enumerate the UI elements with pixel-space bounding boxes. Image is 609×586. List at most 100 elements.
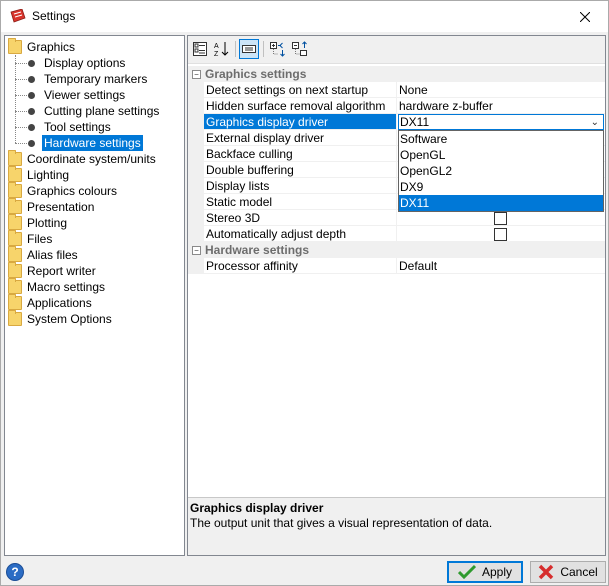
tree-item-label: Graphics colours	[27, 184, 118, 198]
tree-item-label: Temporary markers	[44, 72, 148, 86]
category-title: Hardware settings	[205, 243, 310, 257]
apply-button[interactable]: Apply	[447, 561, 523, 583]
property-name: Stereo 3D	[204, 210, 397, 226]
folder-icon	[8, 246, 22, 262]
chevron-down-icon[interactable]: ⌄	[591, 116, 599, 130]
settings-dialog: Settings Graphics Display options Temporar…	[0, 0, 609, 586]
tree-item-label: Alias files	[27, 248, 78, 262]
property-name: Backface culling	[204, 146, 397, 162]
toolbar-separator	[263, 41, 264, 57]
folder-icon	[8, 214, 22, 230]
property-grid[interactable]: − Graphics settings Detect settings on nex…	[188, 63, 605, 497]
folder-icon	[8, 310, 22, 326]
tree-connector	[15, 63, 27, 64]
driver-dropdown-list[interactable]: Software OpenGL OpenGL2 DX9 DX11	[398, 130, 604, 212]
folder-icon	[8, 150, 22, 166]
property-name: Graphics display driver	[204, 114, 397, 130]
row-margin	[188, 146, 204, 162]
collapse-toggle-icon[interactable]: −	[192, 70, 201, 79]
tree-item-label: Presentation	[27, 200, 95, 214]
settings-tree[interactable]: Graphics Display options Temporary markers…	[4, 35, 185, 556]
row-margin	[188, 162, 204, 178]
tree-item-label: System Options	[27, 312, 112, 326]
close-icon	[580, 11, 590, 22]
dropdown-option[interactable]: DX11	[399, 195, 603, 211]
bullet-icon	[28, 92, 35, 99]
collapse-toggle-icon[interactable]: −	[192, 246, 201, 255]
categorized-view-button[interactable]	[190, 39, 210, 59]
property-row[interactable]: Processor affinity Default	[188, 258, 605, 274]
checkmark-icon	[457, 564, 476, 580]
row-margin	[188, 98, 204, 114]
row-margin	[188, 258, 204, 274]
svg-text:Z: Z	[214, 51, 219, 57]
combo-value: DX11	[400, 115, 430, 129]
property-checkbox[interactable]	[494, 228, 507, 241]
tree-item-label: Applications	[27, 296, 92, 310]
dropdown-option[interactable]: DX9	[399, 179, 603, 195]
bullet-icon	[28, 76, 35, 83]
help-button[interactable]: ?	[6, 563, 24, 581]
description-panel: Graphics display driver The output unit …	[188, 497, 605, 555]
row-margin	[188, 210, 204, 226]
property-pages-button[interactable]	[239, 39, 259, 59]
folder-icon	[8, 198, 22, 214]
bullet-icon	[28, 108, 35, 115]
row-margin	[188, 114, 204, 130]
folder-icon	[8, 262, 22, 278]
property-toolbar: A Z	[188, 36, 605, 63]
property-checkbox[interactable]	[494, 212, 507, 225]
toolbar-separator	[235, 41, 236, 57]
property-row[interactable]: Stereo 3D	[188, 210, 605, 226]
collapse-all-icon	[292, 41, 307, 56]
category-title: Graphics settings	[205, 67, 307, 81]
folder-icon	[8, 182, 22, 198]
tree-item-label: Macro settings	[27, 280, 106, 294]
tree-item-label: Lighting	[27, 168, 70, 182]
row-margin	[188, 194, 204, 210]
tree-item-label: Viewer settings	[44, 88, 126, 102]
dropdown-option[interactable]: OpenGL2	[399, 163, 603, 179]
tree-connector	[15, 127, 27, 128]
dropdown-option[interactable]: Software	[399, 131, 603, 147]
folder-icon	[8, 166, 22, 182]
property-value[interactable]: hardware z-buffer	[397, 98, 605, 114]
tree-item-label: Files	[27, 232, 53, 246]
tree-connector	[15, 143, 27, 144]
dropdown-option[interactable]: OpenGL	[399, 147, 603, 163]
tree-item-label: Cutting plane settings	[44, 104, 160, 118]
property-row[interactable]: Automatically adjust depth	[188, 226, 605, 242]
category-header[interactable]: − Graphics settings	[188, 66, 605, 82]
description-text: The output unit that gives a visual repr…	[190, 516, 493, 530]
tree-item-label: Display options	[44, 56, 126, 70]
tree-item-label: Graphics	[27, 40, 76, 54]
tree-item-label: Report writer	[27, 264, 96, 278]
property-value[interactable]: None	[397, 82, 605, 98]
property-row[interactable]: Detect settings on next startup None	[188, 82, 605, 98]
window-title: Settings	[32, 9, 76, 23]
tree-connector	[15, 111, 27, 112]
close-button[interactable]	[562, 1, 608, 32]
category-header[interactable]: − Hardware settings	[188, 242, 605, 258]
tree-item-label: Coordinate system/units	[27, 152, 156, 166]
cancel-button[interactable]: Cancel	[530, 561, 606, 583]
tree-connector	[15, 95, 27, 96]
app-icon	[10, 9, 26, 23]
property-pages-icon	[242, 45, 256, 53]
property-row[interactable]: Graphics display driver DX11 ⌄	[188, 114, 605, 130]
property-name: Detect settings on next startup	[204, 82, 397, 98]
collapse-all-button[interactable]	[290, 39, 310, 59]
property-row[interactable]: Hidden surface removal algorithm hardware…	[188, 98, 605, 114]
folder-icon	[8, 230, 22, 246]
cancel-label: Cancel	[560, 565, 598, 579]
property-name: Automatically adjust depth	[204, 226, 397, 242]
tree-connector	[15, 55, 16, 143]
expand-all-button[interactable]	[268, 39, 288, 59]
row-margin	[188, 130, 204, 146]
alphabetical-sort-button[interactable]: A Z	[212, 39, 232, 59]
tree-connector	[15, 79, 27, 80]
property-name: Double buffering	[204, 162, 397, 178]
svg-text:A: A	[214, 43, 219, 50]
graphics-driver-combo[interactable]: DX11 ⌄	[398, 114, 604, 130]
property-value[interactable]: Default	[397, 258, 605, 274]
